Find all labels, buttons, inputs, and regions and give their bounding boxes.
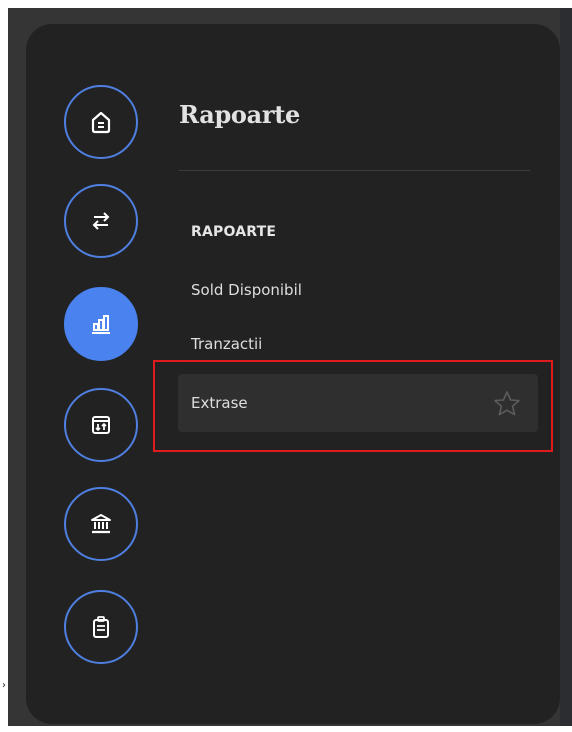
clipboard-icon: [93, 616, 109, 638]
transfer-arrows-icon: [92, 212, 110, 230]
section-heading: RAPOARTE: [191, 224, 277, 240]
rail-home-button[interactable]: [64, 85, 138, 159]
home-icon: [91, 111, 111, 134]
rail-bank-button[interactable]: [64, 487, 138, 561]
rail-exchange-button[interactable]: [64, 388, 138, 462]
edge-glyph: ›: [2, 680, 6, 691]
bank-icon: [91, 514, 111, 534]
window-bottom-edge: [0, 726, 572, 732]
window-right-edge: [560, 8, 572, 726]
rail-transfers-button[interactable]: [64, 184, 138, 258]
highlight-box: [153, 360, 553, 452]
rail-documents-button[interactable]: [64, 590, 138, 664]
menu-item-tranzactii[interactable]: Tranzactii: [191, 335, 262, 353]
window-left-edge: [0, 0, 8, 732]
rail-reports-button[interactable]: [64, 287, 138, 361]
bar-chart-icon: [92, 315, 110, 334]
title-divider: [179, 170, 530, 171]
window-top-strip: [0, 0, 572, 8]
menu-item-sold-disponibil[interactable]: Sold Disponibil: [191, 281, 302, 299]
calendar-exchange-icon: [92, 416, 110, 434]
panel-title: Rapoarte: [179, 100, 300, 129]
